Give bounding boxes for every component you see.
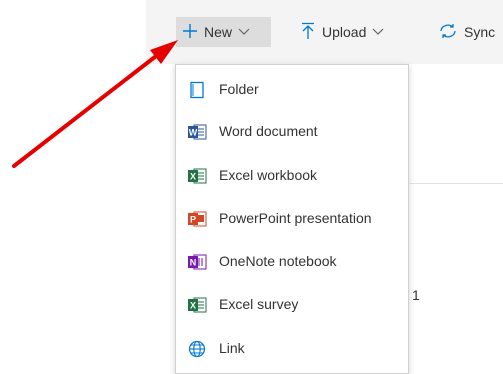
annotation-arrow [12,40,178,168]
